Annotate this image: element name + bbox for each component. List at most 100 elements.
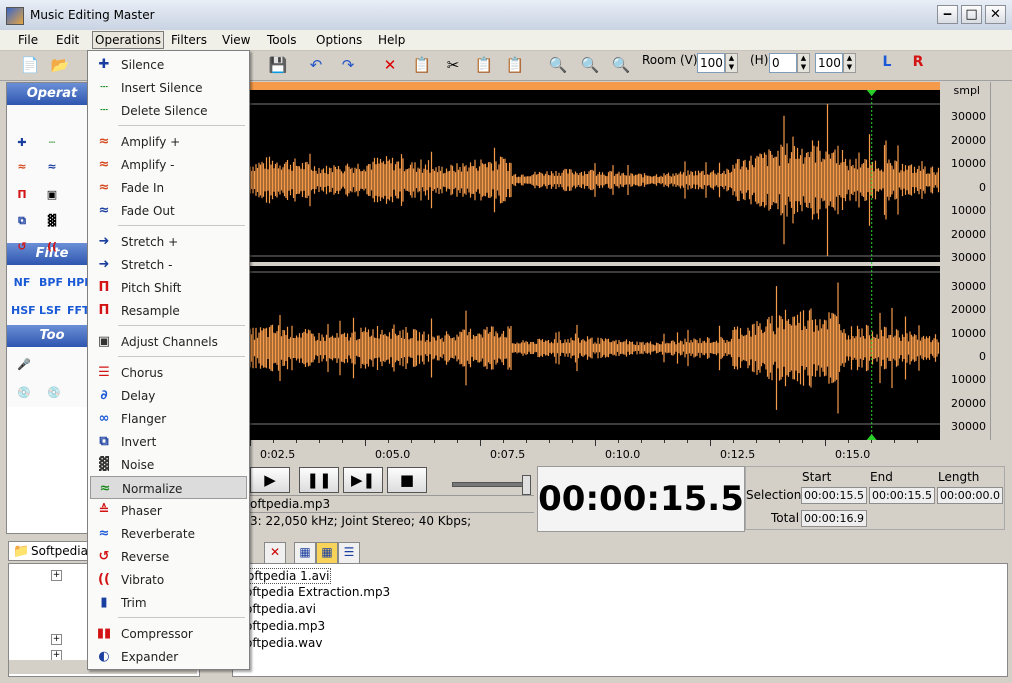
operations-panel-header[interactable]: Operat [7,83,97,105]
right-channel-button[interactable]: R [907,54,929,74]
menu-item-fade-out[interactable]: ≈ Fade Out [90,199,247,222]
menu-item-adjust-channels[interactable]: ▣ Adjust Channels [90,330,247,353]
hsf-filter-icon[interactable]: HSF [11,301,36,321]
microphone-icon[interactable]: 🎤 [13,355,35,375]
volume-slider-track[interactable] [452,482,529,487]
hpf-filter-icon[interactable]: HPF [67,273,92,293]
large-icons-view-button[interactable]: ▦ [294,542,316,564]
h-input-2[interactable]: 100 [815,53,843,73]
cursor-marker[interactable] [866,90,877,96]
reverse-icon[interactable]: ↺ [11,237,33,257]
menu-item-stretch-plus[interactable]: ➜ Stretch + [90,230,247,253]
nf-filter-icon[interactable]: NF [11,273,33,293]
room-v-stepper[interactable]: ▲ ▼ [725,53,738,73]
menu-item-reverse[interactable]: ↺ Reverse [90,545,247,568]
file-list-item[interactable]: oftpedia.avi [245,602,316,616]
fade-icon[interactable]: ≈ [41,157,63,177]
menu-file[interactable]: File [16,32,40,48]
redo-icon[interactable]: ↷ [336,54,360,76]
zoom-fit-icon[interactable]: 🔍 [609,54,633,76]
vertical-scrollbar[interactable] [990,82,1007,440]
tree-expander[interactable]: + [51,634,62,645]
silence-icon[interactable]: ✚ [11,133,33,153]
cut-icon[interactable]: ✂ [441,54,465,76]
menu-item-resample[interactable]: Π Resample [90,299,247,322]
stop-button[interactable]: ■ [387,467,427,493]
menu-item-chorus[interactable]: ☰ Chorus [90,361,247,384]
zoom-in-icon[interactable]: 🔍 [546,54,570,76]
h-input[interactable]: 0 [769,53,797,73]
maximize-button[interactable]: □ [961,5,982,24]
file-list[interactable] [232,563,1008,677]
insert-silence-icon[interactable]: ┄ [41,133,63,153]
menu-view[interactable]: View [220,32,252,48]
h-stepper[interactable]: ▲ ▼ [797,53,810,73]
open-folder-icon[interactable]: 📂 [48,54,72,76]
tools-panel-header[interactable]: Too [7,325,97,347]
small-icons-view-button[interactable]: ▦ [316,542,338,564]
menu-item-expander[interactable]: ◐ Expander [90,645,247,668]
menu-tools[interactable]: Tools [265,32,299,48]
disc-icon[interactable]: 💿 [43,383,65,403]
file-list-item[interactable]: oftpedia.wav [245,636,322,650]
menu-item-pitch-shift[interactable]: Π Pitch Shift [90,276,247,299]
right-channel-waveform[interactable] [249,282,940,414]
pitch-icon[interactable]: Π [11,185,33,205]
menu-operations[interactable]: Operations [92,31,164,49]
waveform-svg[interactable] [249,90,940,440]
menu-edit[interactable]: Edit [54,32,81,48]
undo-icon[interactable]: ↶ [304,54,328,76]
selection-end-field[interactable]: 00:00:15.5 [869,487,935,504]
menu-item-silence[interactable]: ✚ Silence [90,53,247,76]
save-icon[interactable]: 💾 [266,54,290,76]
close-button[interactable]: ✕ [985,5,1006,24]
menu-item-normalize[interactable]: ≈ Normalize [90,476,247,499]
menu-item-noise[interactable]: ▓ Noise [90,453,247,476]
menu-item-invert[interactable]: ⧉ Invert [90,430,247,453]
left-channel-button[interactable]: L [876,54,898,74]
room-v-input[interactable]: 100 [697,53,725,73]
delete-file-button[interactable]: ✕ [264,542,286,564]
channels-icon[interactable]: ▣ [41,185,63,205]
file-list-item[interactable]: oftpedia Extraction.mp3 [245,585,390,599]
zoom-out-icon[interactable]: 🔍 [578,54,602,76]
menu-item-compressor[interactable]: ▮▮ Compressor [90,622,247,645]
menu-item-amplify-plus[interactable]: ≈ Amplify + [90,130,247,153]
cd-icon[interactable]: 💿 [13,383,35,403]
bpf-filter-icon[interactable]: BPF [39,273,63,293]
menu-item-trim[interactable]: ▮ Trim [90,591,247,614]
vibrato-icon[interactable]: (( [41,237,63,257]
volume-slider-thumb[interactable] [522,475,531,495]
menu-item-reverberate[interactable]: ≈ Reverberate [90,522,247,545]
menu-item-flanger[interactable]: ∞ Flanger [90,407,247,430]
waveform-view[interactable] [249,90,940,440]
lsf-filter-icon[interactable]: LSF [39,301,61,321]
file-list-item[interactable]: oftpedia 1.avi [245,568,332,584]
paste-icon[interactable]: 📋 [472,54,496,76]
amplify-icon[interactable]: ≈ [11,157,33,177]
menu-item-amplify-minus[interactable]: ≈ Amplify - [90,153,247,176]
menu-item-phaser[interactable]: ≙ Phaser [90,499,247,522]
file-list-item[interactable]: oftpedia.mp3 [245,619,325,633]
minimize-button[interactable]: ‒ [937,5,958,24]
pause-button[interactable]: ❚❚ [299,467,339,493]
menu-item-stretch-minus[interactable]: ➜ Stretch - [90,253,247,276]
menu-item-insert-silence[interactable]: ┄ Insert Silence [90,76,247,99]
selection-length-field[interactable]: 00:00:00.0 [937,487,1003,504]
step-forward-button[interactable]: ▶❚ [343,467,383,493]
selection-strip[interactable] [250,82,940,90]
new-file-icon[interactable]: 📄 [18,54,42,76]
menu-help[interactable]: Help [376,32,407,48]
fft-filter-icon[interactable]: FFT [67,301,90,321]
menu-options[interactable]: Options [314,32,364,48]
left-channel-waveform[interactable] [249,104,940,256]
menu-item-vibrato[interactable]: ((Vibrato [90,568,247,591]
menu-filters[interactable]: Filters [169,32,209,48]
menu-item-delete-silence[interactable]: ┄ Delete Silence [90,99,247,122]
invert-icon[interactable]: ⧉ [11,211,33,231]
copy-icon[interactable]: 📋 [410,54,434,76]
delete-icon[interactable]: ✕ [378,54,402,76]
menu-item-delay[interactable]: ∂ Delay [90,384,247,407]
menu-item-fade-in[interactable]: ≈ Fade In [90,176,247,199]
h-stepper-2[interactable]: ▲ ▼ [843,53,856,73]
